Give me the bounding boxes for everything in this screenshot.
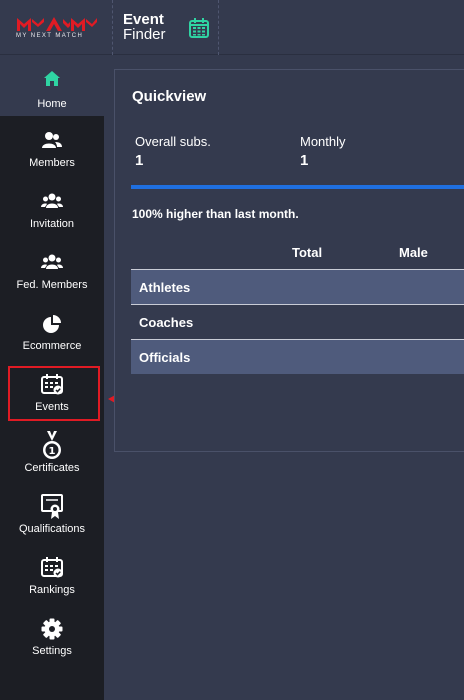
- row-label: Coaches: [139, 315, 194, 330]
- calendar-icon[interactable]: [188, 17, 210, 44]
- table-row: Athletes: [131, 269, 464, 304]
- sidebar-item-events[interactable]: Events: [0, 362, 104, 423]
- sidebar-item-label: Ecommerce: [22, 340, 82, 352]
- home-icon: [0, 68, 104, 90]
- sidebar-item-label: Events: [35, 401, 69, 413]
- sidebar-item-label: Fed. Members: [16, 279, 88, 291]
- medal-icon: 1: [0, 431, 104, 461]
- sidebar-item-label: Rankings: [29, 584, 75, 596]
- column-header-total: Total: [292, 245, 323, 260]
- users-group-icon: [0, 191, 104, 213]
- sidebar-item-fed-members[interactable]: Fed. Members: [0, 240, 104, 301]
- sidebar-item-rankings[interactable]: Rankings: [0, 545, 104, 606]
- stat-monthly-label: Monthly: [300, 134, 346, 149]
- panel-title: Quickview: [132, 88, 207, 105]
- calendar-check-icon: [0, 374, 104, 396]
- sidebar-item-label: Settings: [32, 645, 72, 657]
- brand-logo[interactable]: MY NEXT MATCH: [0, 0, 113, 55]
- table-row: Coaches: [131, 304, 464, 339]
- progress-bar: [131, 185, 464, 189]
- logo-subtitle: MY NEXT MATCH: [16, 33, 84, 39]
- logo-mam-icon: [17, 17, 97, 31]
- app-title-line1: Event: [123, 11, 164, 28]
- row-label: Athletes: [139, 280, 191, 295]
- sidebar-item-home[interactable]: Home: [0, 56, 104, 116]
- stat-monthly: Monthly 1: [300, 134, 346, 169]
- column-header-male: Male: [399, 245, 428, 260]
- users-icon: [0, 130, 104, 152]
- sidebar-item-label: Members: [29, 157, 75, 169]
- users-group-icon: [0, 252, 104, 274]
- app-title: Event Finder: [123, 12, 166, 42]
- sidebar-item-label: Qualifications: [18, 523, 86, 535]
- sidebar-item-qualifications[interactable]: Qualifications: [0, 484, 104, 545]
- stat-overall: Overall subs. 1: [135, 134, 211, 169]
- header-divider: [218, 0, 219, 55]
- comparison-text: 100% higher than last month.: [132, 207, 299, 221]
- stat-monthly-value: 1: [300, 152, 309, 169]
- sidebar-item-label: Certificates: [24, 462, 80, 474]
- stat-overall-label: Overall subs.: [135, 134, 211, 149]
- sidebar-item-ecommerce[interactable]: Ecommerce: [0, 301, 104, 362]
- sidebar-item-label: Home: [37, 98, 67, 110]
- gear-icon: [0, 618, 104, 640]
- table-row: Officials: [131, 339, 464, 374]
- pie-chart-icon: [0, 313, 104, 335]
- sidebar-item-members[interactable]: Members: [0, 118, 104, 179]
- certificate-icon: [0, 494, 104, 520]
- svg-text:1: 1: [49, 446, 56, 457]
- calendar-check-icon: [0, 557, 104, 579]
- sidebar-item-invitation[interactable]: Invitation: [0, 179, 104, 240]
- quickview-panel: Quickview Overall subs. 1 Monthly 1 100%…: [114, 69, 464, 452]
- stat-overall-value: 1: [135, 152, 144, 169]
- sidebar: Home Members Invitation Fed. Members Eco…: [0, 56, 104, 700]
- sidebar-item-certificates[interactable]: 1 Certificates: [0, 423, 104, 484]
- sidebar-item-settings[interactable]: Settings: [0, 606, 104, 667]
- sidebar-item-label: Invitation: [29, 218, 75, 230]
- top-bar: MY NEXT MATCH Event Finder: [0, 0, 464, 55]
- row-label: Officials: [139, 350, 191, 365]
- app-title-line2: Finder: [123, 26, 166, 43]
